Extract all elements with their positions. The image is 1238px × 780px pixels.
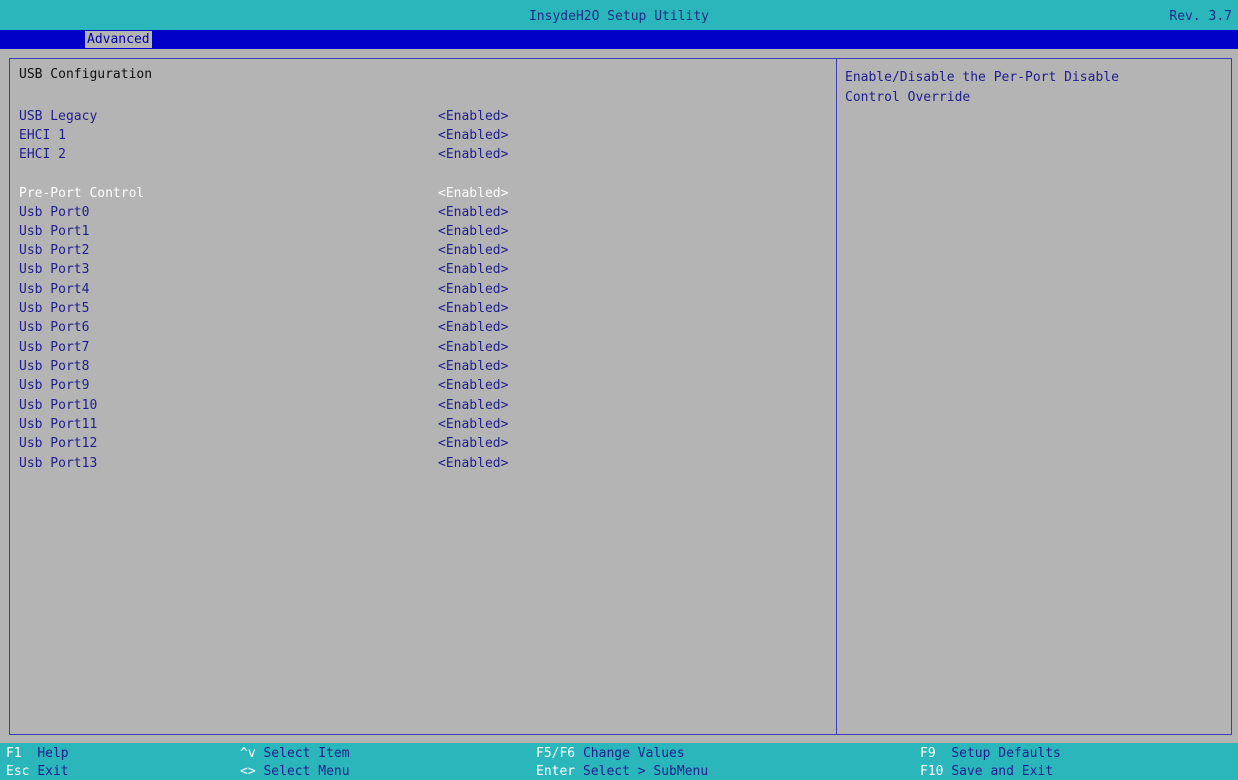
key-description: Exit xyxy=(37,764,69,779)
setting-value[interactable]: <Enabled> xyxy=(438,260,508,279)
key-description: Save and Exit xyxy=(951,764,1054,779)
key-description: Help xyxy=(37,746,69,761)
setting-value[interactable]: <Enabled> xyxy=(438,318,508,337)
setting-label: Usb Port8 xyxy=(19,359,90,374)
setting-value[interactable]: <Enabled> xyxy=(438,299,508,318)
tab-advanced[interactable]: Advanced xyxy=(85,31,152,48)
footer-key-change-values: F5/F6 Change Values xyxy=(536,746,685,761)
key-description: Select Item xyxy=(263,746,350,761)
key-description: Change Values xyxy=(582,746,685,761)
key-description: Setup Defaults xyxy=(951,746,1061,761)
setting-value[interactable]: <Enabled> xyxy=(438,203,508,222)
setting-label: Usb Port5 xyxy=(19,301,90,316)
key-name: F10 xyxy=(920,764,944,779)
setting-label: Usb Port6 xyxy=(19,320,90,335)
footer-key-select-submenu: Enter Select > SubMenu xyxy=(536,764,708,779)
setting-label: Usb Port7 xyxy=(19,340,90,355)
setting-value[interactable]: <Enabled> xyxy=(438,415,508,434)
footer-key-select-menu: <> Select Menu xyxy=(240,764,350,779)
setting-label: Usb Port10 xyxy=(19,398,98,413)
setting-value[interactable]: <Enabled> xyxy=(438,241,508,260)
key-name: ^v xyxy=(240,746,256,761)
help-text: Enable/Disable the Per-Port Disable Cont… xyxy=(845,70,1119,105)
setting-label: Usb Port11 xyxy=(19,417,98,432)
setting-label: Usb Port9 xyxy=(19,378,90,393)
setting-label: USB Legacy xyxy=(19,109,98,124)
key-name: F1 xyxy=(6,746,22,761)
footer-key-exit: Esc Exit xyxy=(6,764,69,779)
setting-value[interactable]: <Enabled> xyxy=(438,434,508,453)
key-name: F9 xyxy=(920,746,936,761)
key-name: Enter xyxy=(536,764,576,779)
key-name: Esc xyxy=(6,764,30,779)
footer-key-help: F1 Help xyxy=(6,746,69,761)
revision-label: Rev. 3.7 xyxy=(1169,9,1232,24)
key-description: Select Menu xyxy=(263,764,350,779)
setting-label: Usb Port4 xyxy=(19,282,90,297)
setting-label: Usb Port3 xyxy=(19,262,90,277)
settings-panel xyxy=(9,58,837,735)
key-description: Select > SubMenu xyxy=(582,764,709,779)
setting-value[interactable]: <Enabled> xyxy=(438,107,508,126)
setting-value[interactable]: <Enabled> xyxy=(438,280,508,299)
setting-value[interactable]: <Enabled> xyxy=(438,396,508,415)
section-heading: USB Configuration xyxy=(19,67,153,82)
key-name: <> xyxy=(240,764,256,779)
setting-label: Pre-Port Control xyxy=(19,186,145,201)
setting-label: EHCI 1 xyxy=(19,128,66,143)
footer-key-setup-defaults: F9 Setup Defaults xyxy=(920,746,1061,761)
footer-key-save-exit: F10 Save and Exit xyxy=(920,764,1053,779)
setting-label: Usb Port0 xyxy=(19,205,90,220)
setting-value[interactable]: <Enabled> xyxy=(438,222,508,241)
setting-value[interactable]: <Enabled> xyxy=(438,454,508,473)
setting-label: Usb Port2 xyxy=(19,243,90,258)
setting-value[interactable]: <Enabled> xyxy=(438,126,508,145)
setting-label: Usb Port12 xyxy=(19,436,98,451)
footer-keys-bar: F1 Help Esc Exit ^v Select Item <> Selec… xyxy=(0,743,1238,780)
footer-key-select-item: ^v Select Item xyxy=(240,746,350,761)
setting-value[interactable]: <Enabled> xyxy=(438,357,508,376)
key-name: F5/F6 xyxy=(536,746,576,761)
setting-label: Usb Port13 xyxy=(19,456,98,471)
app-title: InsydeH2O Setup Utility xyxy=(528,9,709,24)
setting-value[interactable]: <Enabled> xyxy=(438,145,508,164)
help-panel: Enable/Disable the Per-Port Disable Cont… xyxy=(837,58,1232,735)
setting-value[interactable]: <Enabled> xyxy=(438,338,508,357)
setting-value[interactable]: <Enabled> xyxy=(438,376,508,395)
setting-value[interactable]: <Enabled> xyxy=(438,184,508,203)
tab-bar: Advanced xyxy=(0,30,1238,49)
setting-label: EHCI 2 xyxy=(19,147,66,162)
title-bar: InsydeH2O Setup Utility Rev. 3.7 xyxy=(0,0,1238,30)
setting-label: Usb Port1 xyxy=(19,224,90,239)
